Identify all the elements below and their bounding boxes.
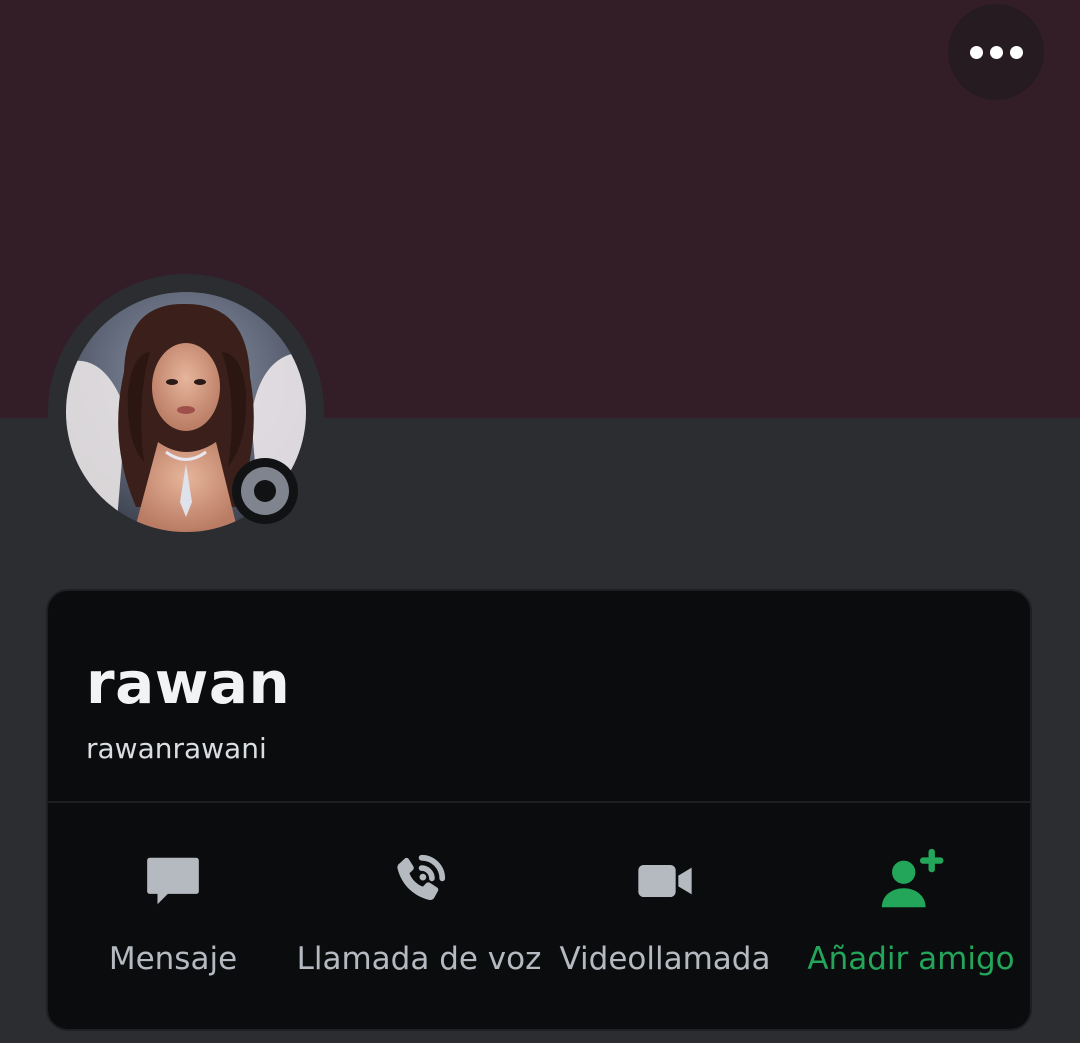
voice-call-label: Llamada de voz <box>296 941 542 977</box>
video-call-button[interactable]: Videollamada <box>540 841 790 979</box>
message-button[interactable]: Mensaje <box>48 841 298 979</box>
add-friend-button[interactable]: Añadir amigo <box>786 841 1036 979</box>
profile-card: rawan rawanrawani Mensaje Llamada de voz <box>46 589 1032 1031</box>
divider <box>48 801 1030 803</box>
display-name: rawan <box>86 649 291 717</box>
offline-status-icon <box>241 467 289 515</box>
chat-bubble-icon <box>133 841 213 921</box>
status-indicator <box>232 458 298 524</box>
add-friend-icon <box>871 841 951 921</box>
video-camera-icon <box>625 841 705 921</box>
status-hole <box>254 480 276 502</box>
more-options-button[interactable] <box>948 4 1044 100</box>
more-horizontal-icon-dot <box>1009 45 1023 59</box>
voice-call-button[interactable]: Llamada de voz <box>294 841 544 979</box>
add-friend-label: Añadir amigo <box>807 941 1015 977</box>
video-call-label: Videollamada <box>559 941 771 977</box>
phone-call-icon <box>379 841 459 921</box>
username[interactable]: rawanrawani <box>86 731 267 767</box>
message-label: Mensaje <box>108 941 238 977</box>
more-horizontal-icon <box>969 45 983 59</box>
more-horizontal-icon-dot <box>989 45 1003 59</box>
